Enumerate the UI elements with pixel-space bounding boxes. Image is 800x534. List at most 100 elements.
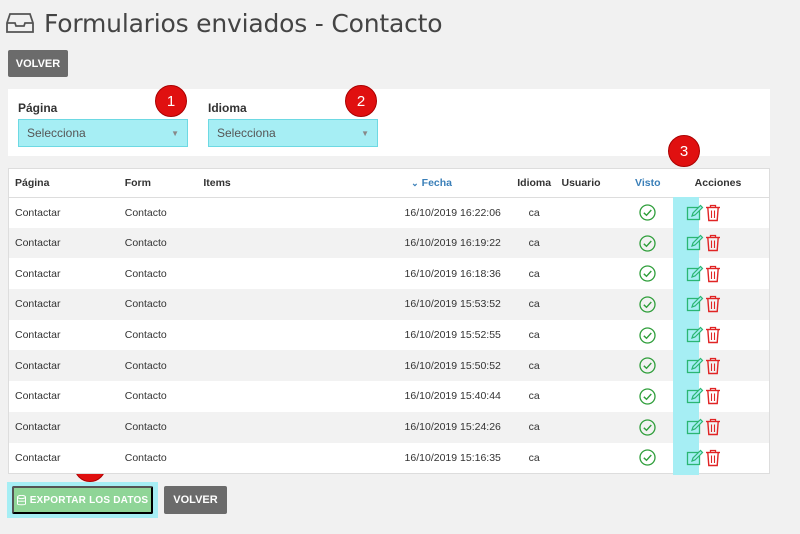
cell-fecha: 16/10/2019 15:53:52 — [404, 298, 501, 311]
col-items[interactable]: Items — [203, 169, 368, 198]
table-row: Contactar Contacto 16/10/2019 15:53:52 ca — [9, 289, 769, 320]
cell-pagina: Contactar — [15, 359, 61, 372]
trash-icon[interactable] — [704, 295, 722, 313]
cell-usuario — [561, 412, 624, 443]
export-highlight: EXPORTAR LOS DATOS — [7, 482, 158, 518]
cell-idioma: ca — [528, 359, 540, 372]
check-circle-icon — [639, 326, 656, 344]
cell-visto — [625, 289, 671, 320]
col-acciones: Acciones — [670, 169, 769, 198]
filters-panel: Página Selecciona ▼ Idioma Selecciona ▼ — [8, 89, 770, 156]
edit-icon[interactable] — [686, 418, 704, 436]
annotation-badge-2: 2 — [345, 85, 377, 117]
idioma-select[interactable]: Selecciona ▼ — [208, 119, 378, 147]
trash-icon[interactable] — [704, 357, 722, 375]
col-visto[interactable]: Visto — [624, 169, 671, 198]
submissions-table: Página Form Items ⌄ Fecha Idioma Usuario … — [8, 168, 770, 475]
cell-acciones — [671, 443, 769, 474]
cell-acciones — [671, 228, 769, 259]
chevron-down-icon: ⌄ — [411, 177, 419, 188]
trash-icon[interactable] — [704, 204, 722, 222]
trash-icon[interactable] — [704, 265, 722, 283]
cell-usuario — [561, 443, 624, 474]
cell-acciones — [671, 350, 769, 381]
cell-visto — [625, 228, 671, 259]
cell-form: Contacto — [124, 451, 167, 464]
table-row: Contactar Contacto 16/10/2019 15:52:55 ca — [9, 319, 769, 351]
cell-idioma: ca — [528, 329, 540, 342]
export-data-label: EXPORTAR LOS DATOS — [29, 494, 149, 506]
edit-icon[interactable] — [686, 204, 704, 222]
cell-pagina: Contactar — [15, 206, 61, 219]
edit-icon[interactable] — [686, 234, 704, 252]
edit-icon[interactable] — [686, 295, 704, 313]
pagina-select[interactable]: Selecciona ▼ — [18, 119, 188, 147]
cell-form: Contacto — [124, 237, 167, 250]
cell-usuario — [561, 320, 624, 351]
volver-button-bottom[interactable]: VOLVER — [164, 486, 227, 514]
trash-icon[interactable] — [704, 326, 722, 344]
cell-acciones — [671, 197, 769, 228]
annotation-badge-1: 1 — [155, 85, 187, 117]
edit-icon[interactable] — [686, 387, 704, 405]
table-row: Contactar Contacto 16/10/2019 15:40:44 ca — [9, 381, 769, 412]
cell-form: Contacto — [124, 390, 167, 403]
trash-icon[interactable] — [704, 418, 722, 436]
cell-usuario — [561, 258, 624, 289]
cell-idioma: ca — [528, 451, 540, 464]
page-title: Formularios enviados - Contacto — [44, 8, 443, 38]
cell-idioma: ca — [528, 390, 540, 403]
cell-usuario — [561, 350, 624, 381]
col-usuario[interactable]: Usuario — [561, 169, 625, 198]
col-idioma[interactable]: Idioma — [506, 169, 562, 198]
cell-fecha: 16/10/2019 16:18:36 — [404, 267, 501, 280]
cell-acciones — [671, 412, 769, 443]
edit-icon[interactable] — [686, 357, 704, 375]
cell-pagina: Contactar — [15, 298, 61, 311]
trash-icon[interactable] — [704, 234, 722, 252]
col-pagina[interactable]: Página — [9, 169, 125, 198]
cell-form: Contacto — [124, 267, 167, 280]
cell-items — [203, 350, 367, 381]
trash-icon[interactable] — [704, 449, 722, 467]
cell-items — [203, 258, 367, 289]
table-row: Contactar Contacto 16/10/2019 15:24:26 ca — [9, 411, 769, 443]
cell-items — [203, 228, 367, 259]
col-form[interactable]: Form — [124, 169, 204, 198]
check-circle-icon — [639, 265, 656, 282]
idioma-select-value: Selecciona — [217, 126, 276, 140]
trash-icon[interactable] — [704, 387, 722, 405]
cell-visto — [625, 350, 671, 381]
cell-usuario — [561, 228, 624, 259]
cell-pagina: Contactar — [15, 267, 61, 280]
cell-pagina: Contactar — [15, 237, 61, 250]
table-row: Contactar Contacto 16/10/2019 16:18:36 ca — [9, 258, 769, 290]
cell-usuario — [561, 289, 624, 320]
cell-pagina: Contactar — [15, 390, 61, 403]
check-circle-icon — [639, 204, 656, 221]
cell-pagina: Contactar — [15, 329, 61, 342]
cell-acciones — [671, 289, 769, 320]
export-data-button[interactable]: EXPORTAR LOS DATOS — [12, 486, 153, 514]
cell-usuario — [561, 381, 624, 412]
cell-idioma: ca — [528, 298, 540, 311]
col-fecha[interactable]: ⌄ Fecha — [367, 169, 507, 198]
cell-fecha: 16/10/2019 15:24:26 — [404, 421, 501, 434]
cell-acciones — [671, 381, 769, 412]
cell-idioma: ca — [528, 421, 540, 434]
cell-items — [203, 197, 367, 228]
volver-button-top[interactable]: VOLVER — [8, 50, 68, 77]
edit-icon[interactable] — [686, 326, 704, 344]
cell-idioma: ca — [528, 237, 540, 250]
annotation-badge-3: 3 — [668, 135, 700, 167]
caret-down-icon: ▼ — [171, 128, 179, 138]
cell-form: Contacto — [124, 421, 167, 434]
edit-icon[interactable] — [686, 449, 704, 467]
table-row: Contactar Contacto 16/10/2019 16:19:22 ca — [9, 227, 769, 259]
edit-icon[interactable] — [686, 265, 704, 283]
cell-visto — [625, 320, 671, 351]
check-circle-icon — [639, 419, 656, 436]
pagina-select-value: Selecciona — [27, 126, 86, 140]
cell-acciones — [671, 320, 769, 351]
cell-fecha: 16/10/2019 15:16:35 — [404, 451, 501, 464]
